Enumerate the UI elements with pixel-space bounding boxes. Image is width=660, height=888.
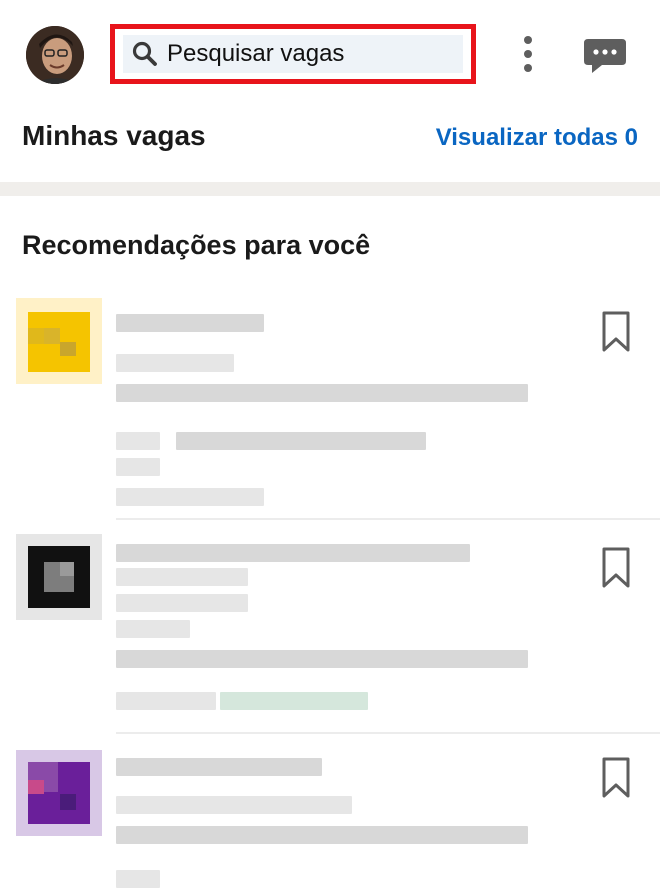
profile-avatar[interactable] [26,26,84,84]
job-divider [116,518,660,520]
bookmark-icon[interactable] [598,310,634,354]
bookmark-icon[interactable] [598,546,634,590]
job-card[interactable] [0,746,660,888]
job-card[interactable] [0,532,660,738]
job-card[interactable] [0,296,660,522]
search-input[interactable] [167,40,447,68]
avatar-image [26,26,84,84]
company-logo [16,534,102,620]
search-highlight [110,24,476,84]
company-logo [16,750,102,836]
view-all-link[interactable]: Visualizar todas 0 [436,124,638,152]
my-jobs-title: Minhas vagas [22,120,206,151]
bookmark-icon[interactable] [598,756,634,800]
search-bar[interactable] [123,35,463,73]
company-logo [16,298,102,384]
more-options-icon[interactable] [512,30,544,78]
search-icon [132,41,157,66]
recommendations-title: Recomendações para você [22,230,371,260]
section-divider [0,182,660,196]
messaging-icon[interactable] [582,36,628,76]
job-divider [116,732,660,734]
top-bar [0,0,660,112]
my-jobs-section: Minhas vagas Visualizar todas 0 [0,112,660,182]
